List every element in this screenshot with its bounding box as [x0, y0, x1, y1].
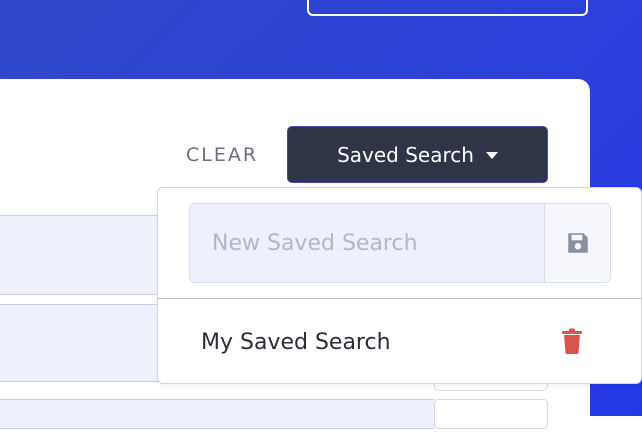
table-row	[0, 399, 434, 429]
caret-down-icon	[486, 152, 498, 159]
dropdown-divider	[158, 298, 641, 299]
clear-button[interactable]: CLEAR	[186, 139, 258, 171]
new-saved-search-input[interactable]	[190, 204, 545, 282]
trash-icon[interactable]	[561, 328, 583, 354]
top-outline-button[interactable]	[307, 0, 588, 16]
table-cell	[434, 399, 548, 429]
saved-search-label: Saved Search	[337, 143, 474, 167]
save-search-button[interactable]	[545, 204, 610, 282]
new-saved-search-group	[189, 203, 611, 283]
table-row	[0, 304, 170, 382]
saved-search-button[interactable]: Saved Search	[287, 126, 548, 183]
saved-search-item[interactable]: My Saved Search	[158, 300, 641, 384]
floppy-disk-icon	[565, 230, 591, 256]
table-row	[0, 215, 170, 295]
saved-search-dropdown: My Saved Search	[157, 187, 642, 384]
saved-search-item-label: My Saved Search	[201, 330, 391, 355]
